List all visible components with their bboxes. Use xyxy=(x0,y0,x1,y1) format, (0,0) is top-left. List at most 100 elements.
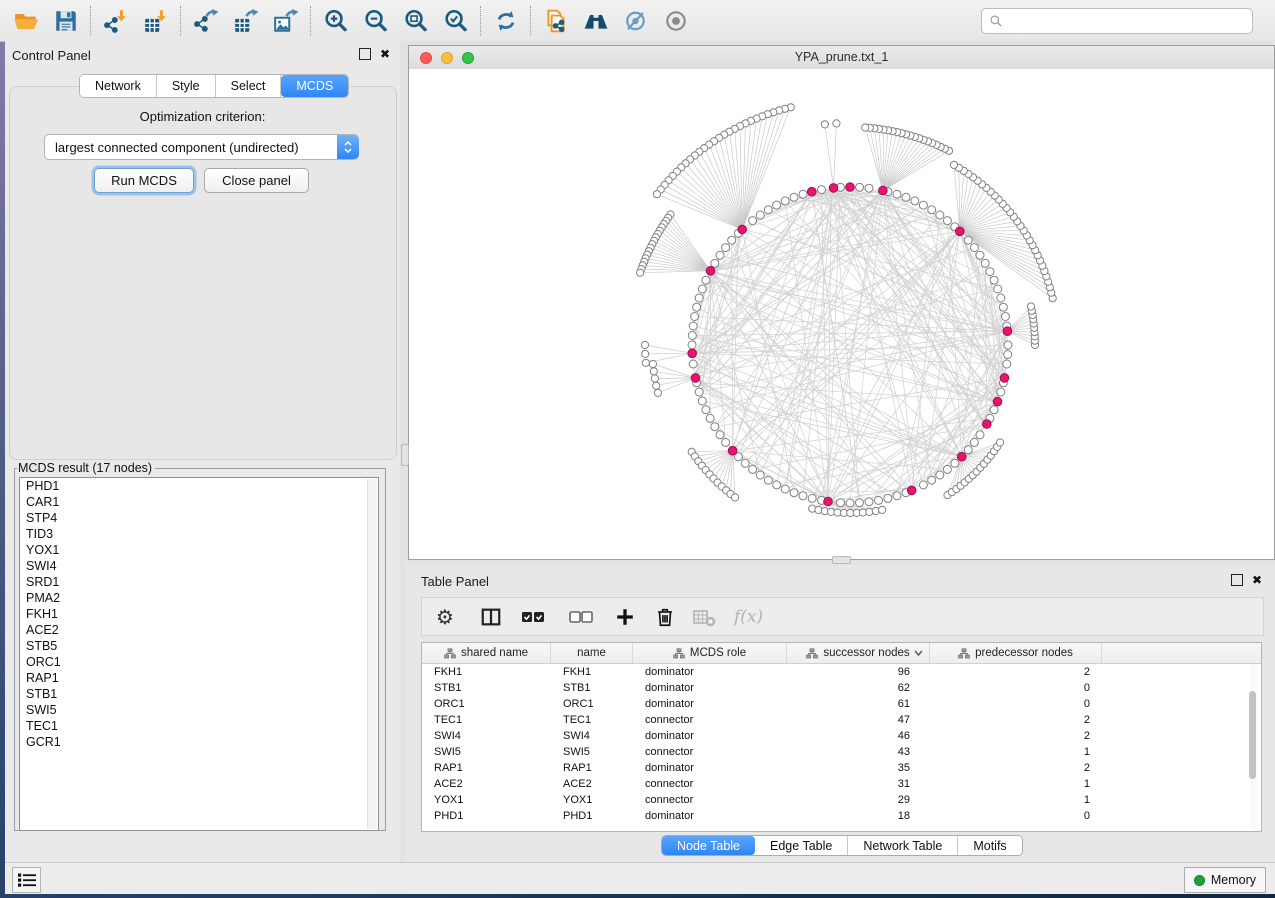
mcds-result-item[interactable]: CAR1 xyxy=(20,494,378,510)
table-row-YOX1[interactable]: YOX1YOX1connector291 xyxy=(422,792,1261,808)
close-panel-icon[interactable]: ✖ xyxy=(380,48,390,60)
tab-node-table[interactable]: Node Table xyxy=(662,836,755,855)
tab-style[interactable]: Style xyxy=(157,75,216,97)
refresh-icon[interactable] xyxy=(486,4,526,38)
save-icon[interactable] xyxy=(46,4,86,38)
mcds-result-item[interactable]: STB1 xyxy=(20,686,378,702)
network-canvas[interactable] xyxy=(409,69,1274,559)
column-header-successor-nodes[interactable]: successor nodes xyxy=(787,643,930,663)
mcds-result-item[interactable]: GCR1 xyxy=(20,734,378,750)
mcds-result-item[interactable]: YOX1 xyxy=(20,542,378,558)
status-bar: Memory xyxy=(5,862,1275,894)
tab-network-table[interactable]: Network Table xyxy=(848,836,958,855)
cell: 61 xyxy=(787,698,930,710)
mcds-result-item[interactable]: SWI4 xyxy=(20,558,378,574)
control-panel-tabs: NetworkStyleSelectMCDS xyxy=(79,74,349,98)
mcds-result-item[interactable]: SWI5 xyxy=(20,702,378,718)
export-network-icon[interactable] xyxy=(186,4,226,38)
cell: 31 xyxy=(787,778,930,790)
cell: connector xyxy=(633,746,787,758)
horizontal-splitter-handle[interactable] xyxy=(832,556,851,564)
tab-edge-table[interactable]: Edge Table xyxy=(755,836,848,855)
cell: 2 xyxy=(930,666,1102,678)
deselect-all-icon[interactable] xyxy=(568,602,594,632)
network-view-window: YPA_prune.txt_1 xyxy=(408,45,1275,560)
memory-button[interactable]: Memory xyxy=(1184,867,1266,893)
clone-network-icon[interactable] xyxy=(536,4,576,38)
cell: 62 xyxy=(787,682,930,694)
cell: 2 xyxy=(930,762,1102,774)
column-header-predecessor-nodes[interactable]: predecessor nodes xyxy=(930,643,1102,663)
float-table-panel-icon[interactable] xyxy=(1231,574,1243,586)
cell: PHD1 xyxy=(422,810,551,822)
network-window-titlebar[interactable]: YPA_prune.txt_1 xyxy=(409,46,1274,70)
table-row-STB1[interactable]: STB1STB1dominator620 xyxy=(422,680,1261,696)
cell: FKH1 xyxy=(422,666,551,678)
float-panel-icon[interactable] xyxy=(359,48,371,60)
mcds-result-item[interactable]: TEC1 xyxy=(20,718,378,734)
table-row-FKH1[interactable]: FKH1FKH1dominator962 xyxy=(422,664,1261,680)
mcds-result-item[interactable]: RAP1 xyxy=(20,670,378,686)
column-header-shared-name[interactable]: shared name xyxy=(422,643,551,663)
tab-select[interactable]: Select xyxy=(216,75,282,97)
table-row-SWI4[interactable]: SWI4SWI4dominator462 xyxy=(422,728,1261,744)
export-table-icon[interactable] xyxy=(226,4,266,38)
hierarchy-icon xyxy=(806,648,818,659)
tab-motifs[interactable]: Motifs xyxy=(958,836,1021,855)
mcds-list-scrollbar[interactable] xyxy=(367,479,377,829)
table-scrollbar-thumb[interactable] xyxy=(1249,691,1256,779)
hide-selected-icon[interactable] xyxy=(616,4,656,38)
add-column-icon[interactable] xyxy=(614,602,636,632)
table-row-RAP1[interactable]: RAP1RAP1dominator352 xyxy=(422,760,1261,776)
tab-mcds[interactable]: MCDS xyxy=(281,75,348,97)
import-network-icon[interactable] xyxy=(96,4,136,38)
binoculars-icon[interactable] xyxy=(576,4,616,38)
column-header-MCDS-role[interactable]: MCDS role xyxy=(633,643,787,663)
show-all-icon[interactable] xyxy=(656,4,696,38)
close-panel-button[interactable]: Close panel xyxy=(204,168,309,193)
mcds-result-item[interactable]: ORC1 xyxy=(20,654,378,670)
sort-desc-icon xyxy=(914,650,923,656)
import-table-icon[interactable] xyxy=(136,4,176,38)
zoom-in-icon[interactable] xyxy=(316,4,356,38)
toolbar-separator xyxy=(530,6,532,36)
search-input[interactable] xyxy=(1008,10,1252,32)
mcds-result-item[interactable]: STB5 xyxy=(20,638,378,654)
zoom-selected-icon[interactable] xyxy=(436,4,476,38)
open-folder-icon[interactable] xyxy=(6,4,46,38)
cell: 0 xyxy=(930,698,1102,710)
mcds-result-item[interactable]: TID3 xyxy=(20,526,378,542)
cell: connector xyxy=(633,794,787,806)
zoom-fit-icon[interactable] xyxy=(396,4,436,38)
settings-gear-icon[interactable]: ⚙ xyxy=(436,602,454,632)
mcds-result-list[interactable]: PHD1CAR1STP4TID3YOX1SWI4SRD1PMA2FKH1ACE2… xyxy=(19,477,379,831)
table-row-PHD1[interactable]: PHD1PHD1dominator180 xyxy=(422,808,1261,824)
mcds-result-item[interactable]: ACE2 xyxy=(20,622,378,638)
table-row-ACE2[interactable]: ACE2ACE2connector311 xyxy=(422,776,1261,792)
mcds-result-item[interactable]: STP4 xyxy=(20,510,378,526)
delete-column-icon[interactable] xyxy=(654,602,676,632)
mcds-result-item[interactable]: FKH1 xyxy=(20,606,378,622)
task-history-button[interactable] xyxy=(12,867,41,893)
mcds-result-item[interactable]: PMA2 xyxy=(20,590,378,606)
column-header-blank xyxy=(1102,643,1261,663)
table-row-TEC1[interactable]: TEC1TEC1connector472 xyxy=(422,712,1261,728)
column-header-name[interactable]: name xyxy=(551,643,633,663)
column-layout-icon[interactable] xyxy=(480,602,502,632)
cell: connector xyxy=(633,714,787,726)
mcds-result-item[interactable]: SRD1 xyxy=(20,574,378,590)
export-image-icon[interactable] xyxy=(266,4,306,38)
vertical-splitter-handle[interactable] xyxy=(401,444,409,466)
close-table-panel-icon[interactable]: ✖ xyxy=(1252,574,1262,586)
select-all-icon[interactable] xyxy=(520,602,546,632)
tab-network[interactable]: Network xyxy=(80,75,157,97)
optimization-criterion-select[interactable]: largest connected component (undirected) xyxy=(44,134,359,160)
mcds-result-item[interactable]: PHD1 xyxy=(20,478,378,494)
run-mcds-button[interactable]: Run MCDS xyxy=(94,168,194,193)
table-scrollbar[interactable] xyxy=(1250,665,1259,829)
table-row-SWI5[interactable]: SWI5SWI5connector431 xyxy=(422,744,1261,760)
toolbar-separator xyxy=(180,6,182,36)
table-row-ORC1[interactable]: ORC1ORC1dominator610 xyxy=(422,696,1261,712)
toolbar-separator xyxy=(480,6,482,36)
zoom-out-icon[interactable] xyxy=(356,4,396,38)
